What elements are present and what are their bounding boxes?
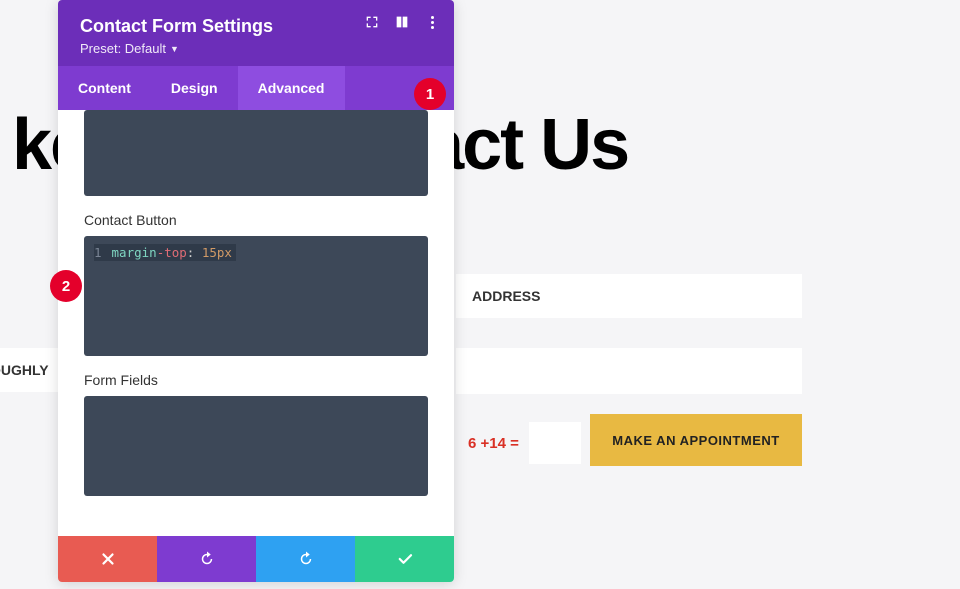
make-appointment-button[interactable]: MAKE AN APPOINTMENT [590,414,802,466]
section-contact-button-label: Contact Button [84,212,428,228]
code-line-number: 1 [94,245,102,260]
captcha-input[interactable] [529,422,581,464]
preset-selector[interactable]: Preset: Default ▼ [80,41,432,56]
columns-icon[interactable] [394,14,410,30]
tab-advanced[interactable]: Advanced [238,66,345,110]
close-icon [99,550,117,568]
settings-panel: Contact Form Settings Preset: Default ▼ … [58,0,454,582]
code-area-top[interactable] [84,110,428,196]
blank-field[interactable] [456,348,802,394]
more-menu-icon[interactable] [424,14,440,30]
annotation-badge-2: 2 [50,270,82,302]
undo-icon [198,550,216,568]
panel-body: Contact Button 1margin-top: 15px Form Fi… [58,110,454,536]
tabs-bar: Content Design Advanced [58,66,454,110]
captcha-row: 6 +14 = [468,422,581,464]
annotation-badge-1: 1 [414,78,446,110]
tab-content[interactable]: Content [58,66,151,110]
section-form-fields-label: Form Fields [84,372,428,388]
redo-icon [297,550,315,568]
code-area-form-fields[interactable] [84,396,428,496]
tab-design[interactable]: Design [151,66,238,110]
code-area-contact-button[interactable]: 1margin-top: 15px [84,236,428,356]
panel-header: Contact Form Settings Preset: Default ▼ [58,0,454,66]
caret-down-icon: ▼ [170,44,179,54]
delete-button[interactable] [58,536,157,582]
address-field[interactable]: ADDRESS [456,274,802,318]
panel-footer [58,536,454,582]
check-icon [396,550,414,568]
expand-icon[interactable] [364,14,380,30]
redo-button[interactable] [256,536,355,582]
confirm-button[interactable] [355,536,454,582]
undo-button[interactable] [157,536,256,582]
captcha-equation: 6 +14 = [468,435,519,452]
